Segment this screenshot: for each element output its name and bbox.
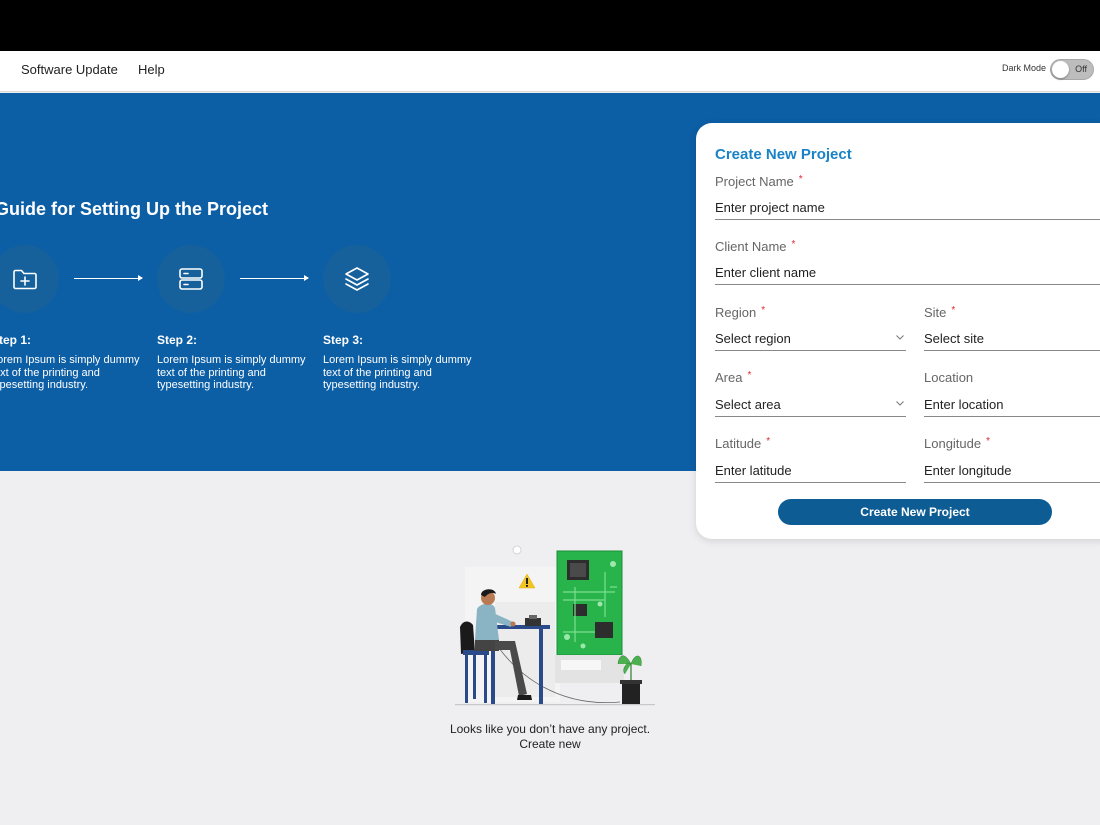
site-select[interactable]: Select site	[924, 327, 1100, 351]
location-label: Location	[924, 370, 974, 385]
client-name-label: Client Name *	[715, 239, 796, 254]
longitude-field[interactable]: Enter longitude	[924, 459, 1100, 483]
toggle-state-text: Off	[1075, 64, 1087, 74]
dark-mode-label: Dark Mode	[1001, 63, 1046, 73]
required-marker: *	[761, 305, 766, 316]
longitude-label: Longitude *	[924, 436, 991, 451]
site-placeholder: Select site	[924, 331, 984, 346]
project-name-placeholder: Enter project name	[715, 200, 825, 215]
nav-help[interactable]: Help	[138, 62, 165, 77]
project-name-field[interactable]: Enter project name	[715, 196, 1100, 220]
empty-state-line-2[interactable]: Create new	[400, 737, 700, 752]
area-select[interactable]: Select area	[715, 393, 906, 417]
empty-state-illustration	[455, 545, 655, 706]
latitude-label: Latitude *	[715, 436, 771, 451]
client-name-field[interactable]: Enter client name	[715, 261, 1100, 285]
create-project-form: Create New Project Project Name * Enter p…	[696, 123, 1100, 539]
location-field[interactable]: Enter location	[924, 393, 1100, 417]
required-marker: *	[791, 239, 796, 250]
latitude-placeholder: Enter latitude	[715, 463, 792, 478]
toggle-knob	[1052, 61, 1069, 78]
step-arrow-2	[240, 275, 309, 281]
step-1-title: Step 1:	[0, 333, 32, 347]
empty-state-line-1: Looks like you don’t have any project.	[449, 722, 651, 736]
folder-plus-icon	[13, 269, 37, 290]
area-placeholder: Select area	[715, 397, 781, 412]
latitude-field[interactable]: Enter latitude	[715, 459, 906, 483]
location-placeholder: Enter location	[924, 397, 1004, 412]
project-name-label: Project Name *	[715, 174, 803, 189]
longitude-placeholder: Enter longitude	[924, 463, 1012, 478]
dark-mode-toggle[interactable]: Off	[1050, 59, 1094, 80]
client-name-placeholder: Enter client name	[715, 265, 817, 280]
required-marker: *	[798, 174, 803, 185]
required-marker: *	[951, 305, 956, 316]
step-2-circle	[157, 245, 225, 313]
step-arrow-1	[74, 275, 143, 281]
server-icon	[179, 268, 203, 290]
layers-icon	[345, 267, 369, 291]
form-title: Create New Project	[715, 146, 852, 163]
region-select[interactable]: Select region	[715, 327, 906, 351]
nav-bar: Software Update Help Dark Mode Off	[0, 51, 1100, 92]
required-marker: *	[986, 436, 991, 447]
create-project-button[interactable]: Create New Project	[778, 499, 1052, 525]
step-2-title: Step 2:	[157, 333, 198, 347]
step-1-desc: Lorem Ipsum is simply dummy text of the …	[0, 354, 140, 391]
required-marker: *	[766, 436, 771, 447]
required-marker: *	[747, 370, 752, 381]
step-3-title: Step 3:	[323, 333, 364, 347]
chevron-down-icon	[896, 335, 904, 340]
step-3-circle	[323, 245, 391, 313]
guide-title: Guide for Setting Up the Project	[0, 199, 269, 219]
chevron-down-icon	[896, 401, 904, 406]
site-label: Site *	[924, 305, 956, 320]
region-label: Region *	[715, 305, 766, 320]
step-3-desc: Lorem Ipsum is simply dummy text of the …	[323, 354, 472, 391]
step-2-desc: Lorem Ipsum is simply dummy text of the …	[157, 354, 306, 391]
empty-state-message: Looks like you don’t have any project. C…	[400, 722, 700, 752]
step-1-circle	[0, 245, 59, 313]
area-label: Area *	[715, 370, 752, 385]
nav-software-update[interactable]: Software Update	[21, 62, 118, 77]
window-top-bar	[0, 0, 1100, 51]
region-placeholder: Select region	[715, 331, 791, 346]
